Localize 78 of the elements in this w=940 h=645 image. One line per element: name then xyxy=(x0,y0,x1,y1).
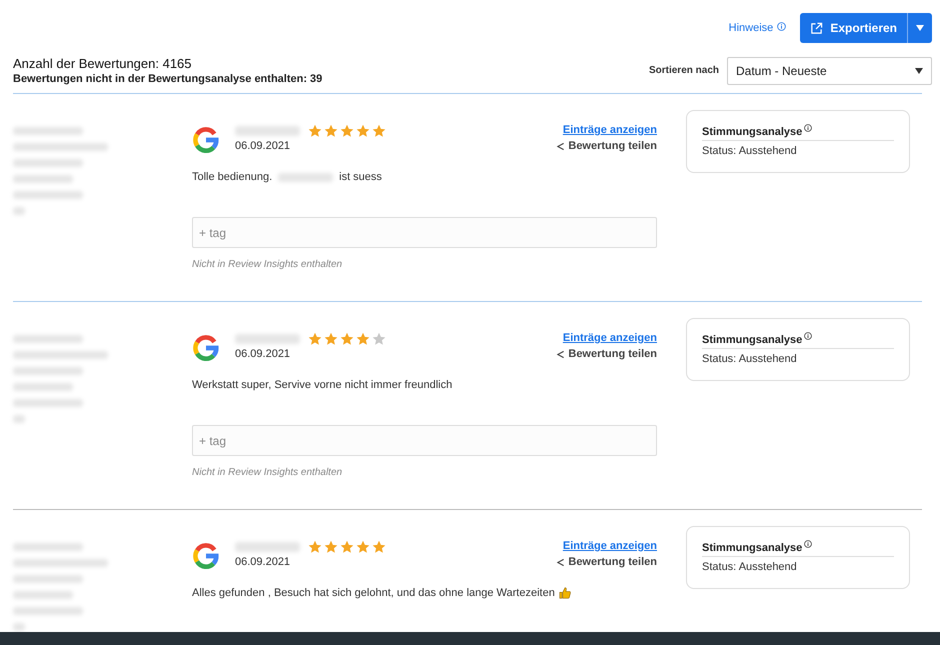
star-icon xyxy=(356,540,370,554)
entries-link[interactable]: Einträge anzeigen xyxy=(562,124,657,136)
redacted-text xyxy=(13,399,83,407)
redacted-name xyxy=(235,542,300,552)
star-icon xyxy=(340,540,354,554)
redacted-text xyxy=(13,335,83,343)
star-icon xyxy=(308,124,322,138)
external-link-icon xyxy=(810,22,824,34)
sentiment-status: Status: Ausstehend xyxy=(702,561,798,573)
star-icon xyxy=(372,332,386,346)
export-button[interactable]: Exportieren xyxy=(800,13,907,43)
redacted-text xyxy=(13,623,25,631)
redacted-text xyxy=(13,607,83,615)
star-icon xyxy=(324,124,338,138)
insights-note: Nicht in Review Insights enthalten xyxy=(192,259,344,270)
star-icon xyxy=(324,332,338,346)
share-link[interactable]: Bewertung teilen xyxy=(556,348,657,360)
redacted-text xyxy=(13,383,73,391)
redacted-name xyxy=(235,126,300,136)
google-logo-icon xyxy=(192,126,220,154)
tag-input-field[interactable]: + tag xyxy=(192,217,657,248)
share-icon xyxy=(556,558,566,566)
review-date: 06.09.2021 xyxy=(235,556,292,568)
redacted-text xyxy=(13,415,25,423)
review-date: 06.09.2021 xyxy=(235,140,292,152)
review-count: Anzahl der Bewertungen: 4165 xyxy=(13,56,193,71)
review-text: Tolle bedienung. xyxy=(192,171,272,183)
review-date: 06.09.2021 xyxy=(235,348,292,360)
review-text: ist suess xyxy=(339,171,382,183)
tag-input-field[interactable]: + tag xyxy=(192,425,657,456)
star-icon xyxy=(356,124,370,138)
google-logo-icon xyxy=(192,334,220,362)
star-icon xyxy=(308,332,322,346)
star-icon xyxy=(340,332,354,346)
redacted-text xyxy=(13,159,83,167)
entries-link[interactable]: Einträge anzeigen xyxy=(562,540,657,552)
caret-icon xyxy=(916,25,924,31)
excluded-count: Bewertungen nicht in der Bewertungsanalyse enthalten: 39 xyxy=(13,73,322,85)
redacted-text xyxy=(13,591,73,599)
card-title: Stimmungsanalyse xyxy=(702,542,802,554)
card-title: Stimmungsanalyse xyxy=(702,126,802,138)
thumbs-up-icon xyxy=(558,587,571,599)
caret-icon xyxy=(915,68,923,74)
card-title: Stimmungsanalyse xyxy=(702,334,802,346)
redacted-text xyxy=(13,175,73,183)
dropdown-button[interactable] xyxy=(907,13,932,43)
redacted-name xyxy=(235,334,300,344)
review-text: Werkstatt super, Servive vorne nicht immer freundlich xyxy=(192,379,452,391)
sort-label: Sortieren nach xyxy=(648,65,719,76)
info-icon xyxy=(777,22,786,30)
star-icon xyxy=(340,124,354,138)
sentiment-status: Status: Ausstehend xyxy=(702,145,798,157)
share-icon xyxy=(556,350,566,358)
sentiment-status: Status: Ausstehend xyxy=(702,353,798,365)
info-icon xyxy=(804,540,812,548)
redacted-text xyxy=(13,191,83,199)
insights-note: Nicht in Review Insights enthalten xyxy=(192,467,344,478)
redacted-text xyxy=(13,367,83,375)
star-icon xyxy=(324,540,338,554)
star-icon xyxy=(308,540,322,554)
info-icon xyxy=(804,124,812,132)
entries-link[interactable]: Einträge anzeigen xyxy=(562,332,657,344)
redacted-text xyxy=(13,575,83,583)
google-logo-icon xyxy=(192,542,220,570)
review-text: Alles gefunden , Besuch hat sich gelohnt, und das ohne lange Wartezeiten xyxy=(192,587,555,599)
star-icon xyxy=(372,124,386,138)
star-icon xyxy=(356,332,370,346)
star-icon xyxy=(372,540,386,554)
share-link[interactable]: Bewertung teilen xyxy=(556,556,657,568)
share-icon xyxy=(556,142,566,150)
info-icon xyxy=(804,332,812,340)
sort-select[interactable]: Datum - Neueste xyxy=(727,56,932,84)
hint-link[interactable]: Hinweise xyxy=(728,22,774,34)
share-link[interactable]: Bewertung teilen xyxy=(556,140,657,152)
redacted-text xyxy=(13,543,83,551)
redacted-text xyxy=(13,207,25,215)
redacted-text xyxy=(13,127,83,135)
redacted-text xyxy=(278,172,334,182)
